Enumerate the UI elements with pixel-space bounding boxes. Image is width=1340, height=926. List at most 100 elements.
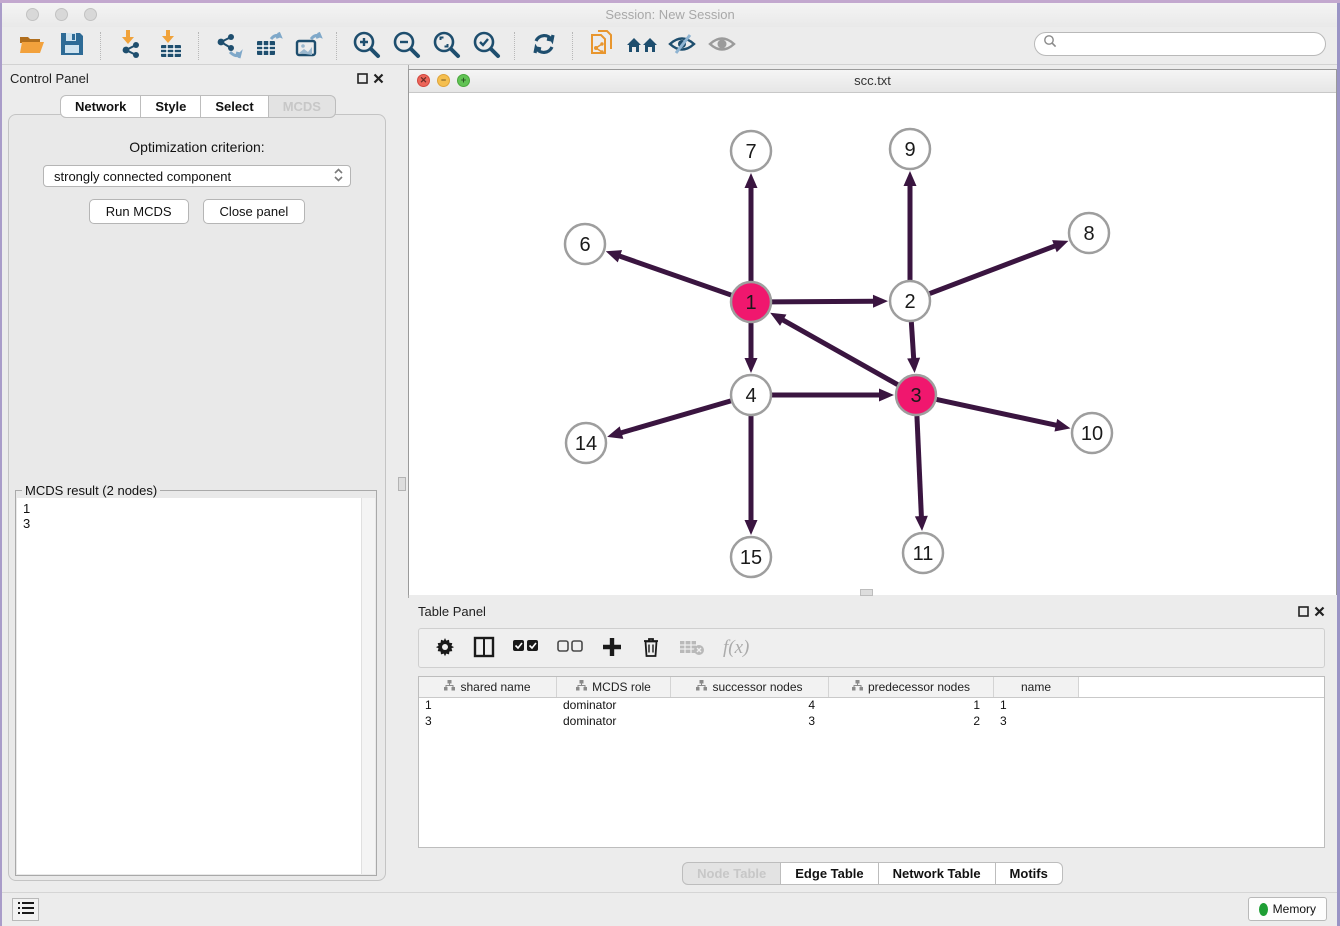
search-field[interactable] [1034,32,1326,56]
mcds-panel: Optimization criterion: strongly connect… [8,114,386,881]
edge-3-1[interactable] [781,319,897,385]
tab-mcds[interactable]: MCDS [269,95,336,118]
export-network-button[interactable] [208,30,248,62]
horizontal-splitter-handle[interactable] [860,589,873,596]
houses-button[interactable] [622,30,662,62]
network-window-titlebar[interactable]: ✕ − + scc.txt [409,70,1336,93]
save-session-button[interactable] [52,30,92,62]
export-image-button[interactable] [288,30,328,62]
memory-status-icon [1259,903,1268,916]
select-all-button[interactable] [513,640,539,656]
tab-node-table[interactable]: Node Table [682,862,781,885]
tab-motifs[interactable]: Motifs [996,862,1063,885]
documents-share-icon [587,29,617,62]
arrowhead-2-3 [907,358,920,373]
open-session-button[interactable] [12,30,52,62]
edge-3-10[interactable] [937,399,1058,425]
table-float-button[interactable] [1295,603,1311,619]
close-panel-button2[interactable]: Close panel [203,199,306,224]
edge-4-14[interactable] [620,401,731,433]
edge-2-8[interactable] [930,245,1057,293]
mcds-result-text[interactable]: 1 3 [17,498,375,874]
tab-style[interactable]: Style [141,95,201,118]
zoom-out-button[interactable] [386,30,426,62]
tab-select[interactable]: Select [201,95,268,118]
network-canvas[interactable]: 7968124314101511 [409,93,1336,595]
column-header-shared-name[interactable]: shared name [419,677,557,697]
table-tabs: Node Table Edge Table Network Table Moti… [408,862,1337,885]
criterion-value: strongly connected component [54,169,333,184]
splitter-handle[interactable] [398,477,406,491]
arrowhead-2-9 [904,171,917,186]
cell-name[interactable]: 3 [994,714,1079,730]
import-table-button[interactable] [150,30,190,62]
tab-edge-table[interactable]: Edge Table [781,862,878,885]
arrowhead-1-6 [606,250,622,262]
delete-table-button[interactable] [679,638,705,659]
edge-3-11[interactable] [917,416,922,518]
table-close-button[interactable] [1311,603,1327,619]
add-column-button[interactable] [601,636,623,661]
function-builder-button[interactable]: f(x) [723,637,749,659]
cell-shared-name[interactable]: 3 [419,714,557,730]
search-icon [1043,34,1058,54]
delete-table-icon [679,638,705,659]
main-toolbar [0,27,1340,65]
hierarchy-icon [444,680,455,694]
export-table-icon [253,29,283,62]
documents-share-button[interactable] [582,30,622,62]
run-mcds-button[interactable]: Run MCDS [89,199,189,224]
cell-predecessor-nodes[interactable]: 2 [829,714,994,730]
result-scrollbar[interactable] [361,498,375,874]
node-table[interactable]: shared name MCDS role successor nodesprede… [418,676,1325,848]
zoom-selected-button[interactable] [466,30,506,62]
add-icon [601,636,623,661]
search-input[interactable] [1058,36,1325,52]
zoom-out-icon [391,29,421,62]
zoom-selected-icon [471,29,501,62]
tab-network[interactable]: Network [60,95,141,118]
import-network-button[interactable] [110,30,150,62]
column-label: MCDS role [592,680,651,694]
eye-slash-button[interactable] [662,30,702,62]
refresh-icon [529,29,559,62]
zoom-fit-button[interactable] [426,30,466,62]
arrowhead-4-14 [607,426,623,438]
column-header-successor-nodes[interactable]: successor nodes [671,677,829,697]
optimization-criterion-label: Optimization criterion: [9,139,385,155]
cell-shared-name[interactable]: 1 [419,698,557,714]
gear-button[interactable] [435,637,455,660]
cell-name[interactable]: 1 [994,698,1079,714]
table-row[interactable]: 1dominator411 [419,698,1324,714]
edge-1-2[interactable] [772,301,875,302]
delete-column-button[interactable] [641,636,661,661]
gear-icon [435,637,455,660]
toolbar-separator [198,32,200,60]
cell-successor-nodes[interactable]: 4 [671,698,829,714]
columns-button[interactable] [473,636,495,661]
cell-successor-nodes[interactable]: 3 [671,714,829,730]
column-header-name[interactable]: name [994,677,1079,697]
edge-1-6[interactable] [618,256,731,296]
table-row[interactable]: 3dominator323 [419,714,1324,730]
cell-MCDS-role[interactable]: dominator [557,698,671,714]
column-header-predecessor-nodes[interactable]: predecessor nodes [829,677,994,697]
deselect-all-button[interactable] [557,640,583,656]
table-header-row: shared name MCDS role successor nodesprede… [419,677,1324,698]
eye-button[interactable] [702,30,742,62]
criterion-dropdown[interactable]: strongly connected component [43,165,351,187]
tab-network-table[interactable]: Network Table [879,862,996,885]
zoom-in-button[interactable] [346,30,386,62]
edge-2-3[interactable] [911,322,913,360]
float-panel-button[interactable] [354,70,370,86]
cell-MCDS-role[interactable]: dominator [557,714,671,730]
task-history-button[interactable] [12,898,39,921]
close-panel-button[interactable] [370,70,386,86]
memory-button[interactable]: Memory [1248,897,1327,921]
column-header-MCDS-role[interactable]: MCDS role [557,677,671,697]
network-graph[interactable]: 7968124314101511 [409,93,1336,595]
cell-predecessor-nodes[interactable]: 1 [829,698,994,714]
export-table-button[interactable] [248,30,288,62]
control-panel-tabs: Network Style Select MCDS [0,95,396,118]
refresh-button[interactable] [524,30,564,62]
